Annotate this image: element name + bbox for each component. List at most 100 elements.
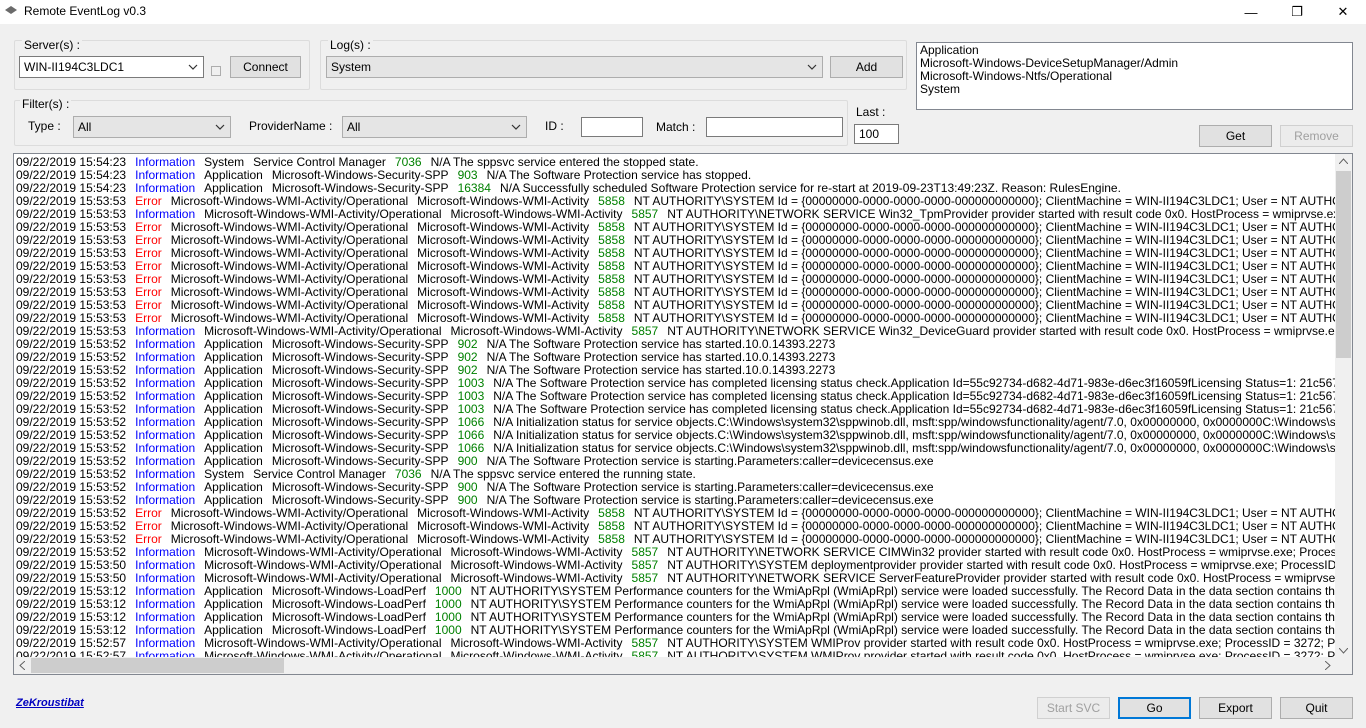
quit-button[interactable]: Quit [1280, 697, 1353, 719]
event-row[interactable]: 09/22/2019 15:53:52 Information Applicatio… [16, 338, 1336, 351]
event-row[interactable]: 09/22/2019 15:53:50 Information Microsoft-… [16, 559, 1336, 572]
author-link[interactable]: ZeKroustibat [16, 697, 84, 709]
list-item[interactable]: Microsoft-Windows-Ntfs/Operational [920, 70, 1349, 83]
log-combo[interactable]: System [326, 56, 823, 78]
event-id: 1003 [457, 403, 485, 416]
event-time: 09/22/2019 15:53:12 [16, 611, 127, 624]
event-level: Error [135, 221, 162, 234]
event-row[interactable]: 09/22/2019 15:53:53 Error Microsoft-Window… [16, 234, 1336, 247]
event-row[interactable]: 09/22/2019 15:53:53 Error Microsoft-Window… [16, 286, 1336, 299]
close-button[interactable]: ✕ [1320, 0, 1366, 24]
add-log-button[interactable]: Add [830, 56, 903, 78]
event-source: Microsoft-Windows-WMI-Activity [417, 507, 590, 520]
export-button[interactable]: Export [1199, 697, 1272, 719]
event-id: 902 [457, 351, 478, 364]
connect-checkbox[interactable] [211, 66, 221, 76]
event-row[interactable]: 09/22/2019 15:54:23 Information Applicatio… [16, 182, 1336, 195]
scroll-left-icon[interactable] [19, 661, 25, 670]
event-level: Information [135, 390, 196, 403]
event-row[interactable]: 09/22/2019 15:53:12 Information Applicatio… [16, 624, 1336, 637]
event-source: Microsoft-Windows-Security-SPP [271, 169, 449, 182]
remove-button[interactable]: Remove [1280, 125, 1353, 147]
id-input[interactable] [581, 117, 643, 137]
go-button[interactable]: Go [1118, 697, 1191, 719]
event-message: N/A The Software Protection service has … [486, 351, 836, 364]
event-log: Application [204, 585, 263, 598]
event-row[interactable]: 09/22/2019 15:53:52 Information Applicatio… [16, 403, 1336, 416]
type-combo[interactable]: All [73, 116, 231, 138]
filters-label: Filter(s) : [20, 97, 72, 111]
last-input[interactable]: 100 [854, 124, 899, 144]
event-row[interactable]: 09/22/2019 15:53:52 Information Applicatio… [16, 481, 1336, 494]
event-row[interactable]: 09/22/2019 15:53:52 Information Applicatio… [16, 494, 1336, 507]
event-level: Information [135, 585, 196, 598]
event-row[interactable]: 09/22/2019 15:53:50 Information Microsoft-… [16, 572, 1336, 585]
horizontal-scrollbar[interactable] [14, 657, 1336, 674]
event-row[interactable]: 09/22/2019 15:53:53 Error Microsoft-Window… [16, 299, 1336, 312]
server-combo[interactable]: WIN-II194C3LDC1 [19, 56, 204, 78]
provider-label: ProviderName : [249, 119, 333, 133]
event-row[interactable]: 09/22/2019 15:53:52 Information Applicatio… [16, 429, 1336, 442]
event-row[interactable]: 09/22/2019 15:53:52 Information Applicatio… [16, 455, 1336, 468]
scroll-up-icon[interactable] [1339, 158, 1348, 164]
event-row[interactable]: 09/22/2019 15:53:53 Error Microsoft-Window… [16, 195, 1336, 208]
event-row[interactable]: 09/22/2019 15:53:53 Error Microsoft-Window… [16, 260, 1336, 273]
event-row[interactable]: 09/22/2019 15:53:52 Information Applicatio… [16, 390, 1336, 403]
event-row[interactable]: 09/22/2019 15:53:53 Error Microsoft-Window… [16, 312, 1336, 325]
event-level: Error [135, 195, 162, 208]
event-row[interactable]: 09/22/2019 15:53:53 Error Microsoft-Window… [16, 273, 1336, 286]
maximize-button[interactable]: ❐ [1274, 0, 1320, 24]
vertical-scroll-thumb[interactable] [1336, 171, 1351, 358]
event-row[interactable]: 09/22/2019 15:53:52 Information Applicatio… [16, 377, 1336, 390]
event-row[interactable]: 09/22/2019 15:53:53 Error Microsoft-Window… [16, 221, 1336, 234]
provider-combo[interactable]: All [342, 116, 527, 138]
server-value: WIN-II194C3LDC1 [24, 60, 125, 74]
event-message: NT AUTHORITY\SYSTEM Id = {00000000-0000-… [633, 273, 1336, 286]
event-row[interactable]: 09/22/2019 15:53:52 Information Applicatio… [16, 364, 1336, 377]
start-svc-button[interactable]: Start SVC [1037, 697, 1110, 719]
event-message: N/A The sppsvc service entered the stopp… [430, 156, 699, 169]
event-level: Information [135, 468, 196, 481]
event-log: Microsoft-Windows-WMI-Activity/Operation… [204, 325, 442, 338]
scroll-down-icon[interactable] [1339, 648, 1348, 654]
event-row[interactable]: 09/22/2019 15:53:52 Information Microsoft-… [16, 546, 1336, 559]
event-source: Service Control Manager [253, 156, 386, 169]
event-row[interactable]: 09/22/2019 15:53:53 Error Microsoft-Window… [16, 247, 1336, 260]
event-time: 09/22/2019 15:53:50 [16, 559, 127, 572]
event-level: Error [135, 286, 162, 299]
event-time: 09/22/2019 15:53:52 [16, 338, 127, 351]
event-row[interactable]: 09/22/2019 15:53:52 Information Applicatio… [16, 416, 1336, 429]
event-row[interactable]: 09/22/2019 15:53:52 Information System Serv… [16, 468, 1336, 481]
event-row[interactable]: 09/22/2019 15:54:23 Information Applicatio… [16, 169, 1336, 182]
get-button[interactable]: Get [1199, 125, 1272, 147]
event-row[interactable]: 09/22/2019 15:53:12 Information Applicatio… [16, 585, 1336, 598]
event-row[interactable]: 09/22/2019 15:53:52 Information Applicatio… [16, 351, 1336, 364]
event-row[interactable]: 09/22/2019 15:53:53 Information Microsoft-… [16, 325, 1336, 338]
event-row[interactable]: 09/22/2019 15:53:12 Information Applicatio… [16, 611, 1336, 624]
event-level: Error [135, 260, 162, 273]
event-row[interactable]: 09/22/2019 15:53:53 Information Microsoft-… [16, 208, 1336, 221]
event-message: NT AUTHORITY\SYSTEM Performance counters… [470, 611, 1336, 624]
event-row[interactable]: 09/22/2019 15:53:52 Error Microsoft-Window… [16, 520, 1336, 533]
match-input[interactable] [706, 117, 843, 137]
event-list[interactable]: 09/22/2019 15:54:23 Information System Serv… [13, 153, 1353, 675]
event-log: Application [204, 338, 263, 351]
connect-button[interactable]: Connect [230, 56, 301, 78]
event-row[interactable]: 09/22/2019 15:52:57 Information Microsoft-… [16, 637, 1336, 650]
scroll-right-icon[interactable] [1325, 661, 1331, 670]
event-level: Information [135, 494, 196, 507]
event-row[interactable]: 09/22/2019 15:54:23 Information System Serv… [16, 156, 1336, 169]
list-item[interactable]: System [920, 83, 1349, 96]
event-row[interactable]: 09/22/2019 15:53:12 Information Applicatio… [16, 598, 1336, 611]
event-time: 09/22/2019 15:53:12 [16, 585, 127, 598]
selected-logs-list[interactable]: Application Microsoft-Windows-DeviceSetu… [916, 42, 1353, 110]
horizontal-scroll-thumb[interactable] [31, 658, 284, 673]
event-id: 5858 [598, 299, 625, 312]
event-row[interactable]: 09/22/2019 15:53:52 Error Microsoft-Window… [16, 533, 1336, 546]
event-row[interactable]: 09/22/2019 15:53:52 Error Microsoft-Window… [16, 507, 1336, 520]
vertical-scrollbar[interactable] [1335, 154, 1352, 658]
minimize-button[interactable]: — [1228, 0, 1274, 24]
event-source: Microsoft-Windows-Security-SPP [271, 429, 449, 442]
event-message: NT AUTHORITY\SYSTEM Id = {00000000-0000-… [633, 286, 1336, 299]
event-row[interactable]: 09/22/2019 15:53:52 Information Applicatio… [16, 442, 1336, 455]
